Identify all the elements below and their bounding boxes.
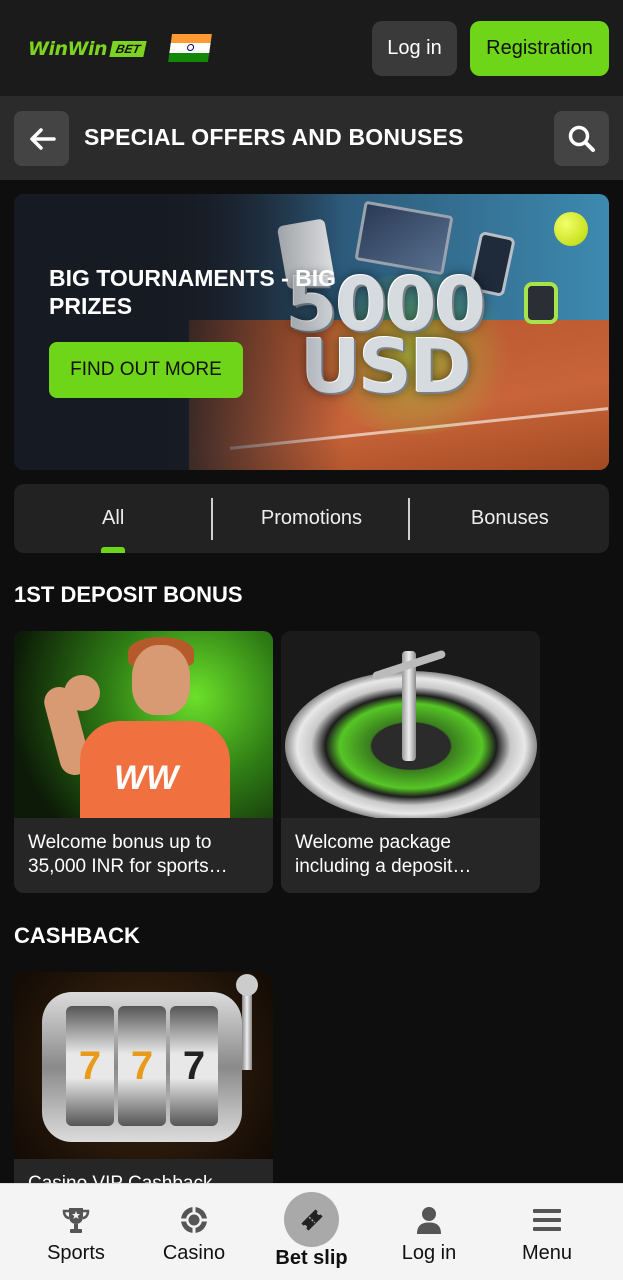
back-button[interactable] [14, 111, 69, 166]
offer-card-text: Welcome bonus up to 35,000 INR for sport… [28, 832, 228, 877]
find-out-more-button[interactable]: FIND OUT MORE [49, 342, 243, 398]
nav-login[interactable]: Log in [369, 1184, 489, 1280]
menu-icon [533, 1209, 561, 1231]
filter-tabs: All Promotions Bonuses [14, 484, 609, 553]
tennis-ball-image [554, 212, 588, 246]
offer-card-text: Welcome package including a deposit… [295, 832, 472, 877]
tab-all[interactable]: All [14, 484, 212, 553]
tab-divider [408, 498, 410, 540]
tab-divider [211, 498, 213, 540]
nav-label: Menu [521, 1242, 573, 1264]
top-header: WinWin BET Log in Registration [0, 0, 623, 96]
search-icon [568, 125, 595, 152]
nav-label: Casino [162, 1242, 226, 1264]
nav-sports[interactable]: Sports [16, 1184, 136, 1280]
active-tab-indicator [101, 547, 126, 553]
nav-menu[interactable]: Menu [487, 1184, 607, 1280]
search-button[interactable] [554, 111, 609, 166]
banner-title: BIG TOURNAMENTS - BIG PRIZES [49, 265, 337, 319]
logo-badge: BET [109, 41, 147, 57]
tab-bonuses[interactable]: Bonuses [411, 484, 609, 553]
nav-bet-slip[interactable] [284, 1192, 339, 1247]
casino-chip-icon [181, 1207, 207, 1233]
smartwatch-image [524, 282, 558, 324]
logo-text: WinWin [28, 38, 108, 60]
slot-machine-image: 7 7 7 [14, 972, 273, 1159]
offer-card-welcome-package[interactable]: Welcome package including a deposit… [281, 631, 540, 893]
section-title-cashback: CASHBACK [14, 923, 140, 948]
arrow-left-icon [29, 127, 56, 150]
promo-banner[interactable]: 5000 USD BIG TOURNAMENTS - BIG PRIZES FI… [14, 194, 609, 470]
tab-promotions[interactable]: Promotions [212, 484, 410, 553]
nav-bet-slip-label[interactable]: Bet slip [250, 1247, 373, 1270]
india-flag-icon[interactable] [168, 34, 212, 62]
nav-label: Sports [47, 1242, 105, 1264]
trophy-icon [62, 1208, 90, 1233]
registration-button[interactable]: Registration [470, 21, 609, 76]
nav-casino[interactable]: Casino [134, 1184, 254, 1280]
section-title-deposit-bonus: 1ST DEPOSIT BONUS [14, 582, 243, 607]
offer-card-sports-bonus[interactable]: WW Welcome bonus up to 35,000 INR for sp… [14, 631, 273, 893]
roulette-image [281, 631, 540, 818]
ticket-icon [300, 1208, 323, 1231]
login-button[interactable]: Log in [372, 21, 457, 76]
page-title: SPECIAL OFFERS AND BONUSES [84, 124, 464, 150]
page-title-bar: SPECIAL OFFERS AND BONUSES [0, 96, 623, 180]
footballer-image: WW [14, 631, 273, 818]
nav-label: Log in [401, 1242, 457, 1264]
winwin-logo[interactable]: WinWin BET [28, 38, 147, 60]
user-icon [417, 1207, 441, 1234]
